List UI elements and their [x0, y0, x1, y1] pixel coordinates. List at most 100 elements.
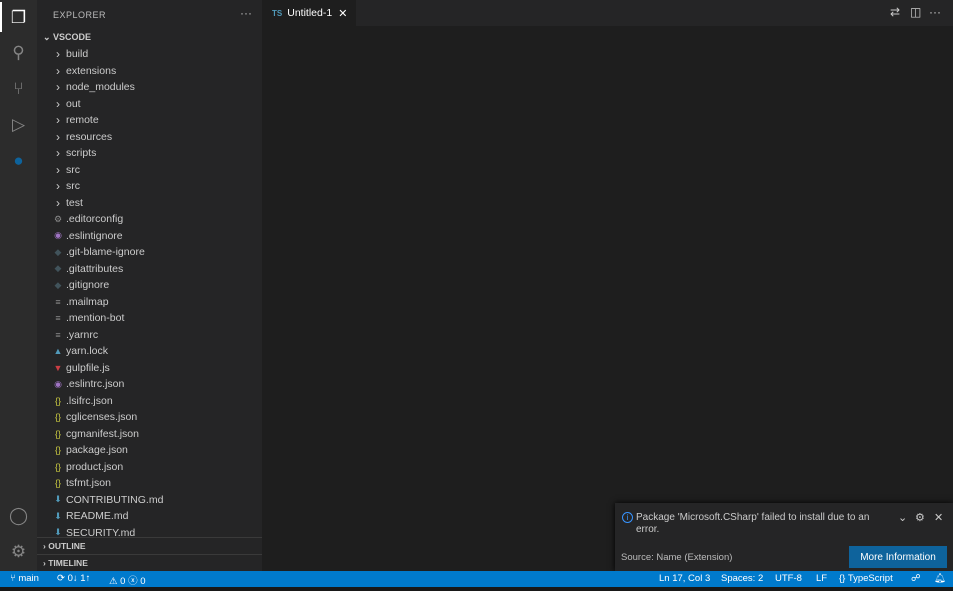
folder-item[interactable]: › scripts — [37, 145, 262, 162]
folder-item[interactable]: › build — [37, 46, 262, 63]
search-icon[interactable]: ⚲ — [0, 37, 37, 69]
encoding[interactable]: UTF-8 — [775, 573, 802, 584]
folder-item[interactable]: › node_modules — [37, 79, 262, 96]
split-editor-icon[interactable]: ◫ — [910, 5, 921, 19]
folder-item[interactable]: › extensions — [37, 63, 262, 80]
file-item[interactable]: ≡ .mailmap — [37, 294, 262, 311]
file-item[interactable]: ⬇ README.md — [37, 508, 262, 525]
file-type-icon: {} — [54, 412, 61, 423]
more-actions-icon[interactable]: ··· — [929, 5, 941, 19]
folder-item[interactable]: › src — [37, 162, 262, 179]
typescript-file-icon: TS — [272, 8, 283, 18]
file-type-icon: {} — [54, 395, 61, 406]
chevron-right-icon: › — [56, 96, 60, 111]
eol[interactable]: LF — [816, 573, 827, 584]
run-debug-icon[interactable]: ▷ — [0, 109, 37, 141]
item-label: product.json — [66, 460, 124, 473]
item-label: .lsifrc.json — [66, 394, 113, 407]
item-label: .mention-bot — [66, 312, 125, 325]
file-item[interactable]: {} cgmanifest.json — [37, 426, 262, 443]
item-label: .yarnrc — [66, 328, 99, 341]
notification-source: Source: Name (Extension) — [621, 552, 733, 563]
file-item[interactable]: ⬇ CONTRIBUTING.md — [37, 492, 262, 509]
file-type-icon: ◉ — [54, 378, 62, 389]
explorer-sidebar: EXPLORER ··· ⌄ VSCODE › build › extensions ›… — [37, 0, 262, 571]
chevron-right-icon: › — [56, 47, 60, 62]
remote-explorer-icon[interactable]: ● — [0, 145, 37, 177]
file-item[interactable]: {} package.json — [37, 442, 262, 459]
item-label: src — [66, 180, 80, 193]
file-item[interactable]: {} .lsifrc.json — [37, 393, 262, 410]
settings-gear-icon[interactable]: ⚙ — [0, 536, 37, 568]
item-label: src — [66, 163, 80, 176]
indentation[interactable]: Spaces: 2 — [721, 573, 763, 584]
workspace-root-label: VSCODE — [53, 32, 92, 42]
more-actions-icon[interactable]: ··· — [240, 6, 252, 20]
open-changes-icon[interactable]: ⇄ — [890, 5, 900, 19]
tab-bar: TS Untitled-1 ✕ ⇄ ◫ ··· — [262, 0, 953, 26]
sync-label: 0↓ 1↑ — [67, 573, 91, 584]
cursor-position[interactable]: Ln 17, Col 3 — [659, 573, 710, 584]
file-item[interactable]: ◉ .eslintrc.json — [37, 376, 262, 393]
file-item[interactable]: ◆ .git-blame-ignore — [37, 244, 262, 261]
close-icon[interactable]: ✕ — [934, 511, 943, 524]
file-item[interactable]: {} product.json — [37, 459, 262, 476]
file-item[interactable]: ◉ .eslintignore — [37, 228, 262, 245]
file-item[interactable]: {} tsfmt.json — [37, 475, 262, 492]
source-control-icon[interactable]: ⑂ — [0, 73, 37, 105]
file-item[interactable]: ◆ .gitattributes — [37, 261, 262, 278]
chevron-down-icon[interactable]: ⌄ — [898, 511, 907, 524]
file-item[interactable]: {} cglicenses.json — [37, 409, 262, 426]
explorer-icon[interactable]: ❐ — [0, 2, 37, 34]
item-label: tsfmt.json — [66, 477, 111, 490]
problems-item[interactable]: ⚠ 0 ⓧ 0 — [109, 573, 146, 587]
item-label: cgmanifest.json — [66, 427, 139, 440]
sidebar-title: EXPLORER — [53, 10, 107, 20]
file-type-icon: ≡ — [55, 296, 61, 307]
file-item[interactable]: ▼ gulpfile.js — [37, 360, 262, 377]
item-label: out — [66, 97, 81, 110]
file-item[interactable]: ⬇ SECURITY.md — [37, 525, 262, 538]
file-item[interactable]: ≡ .yarnrc — [37, 327, 262, 344]
timeline-section[interactable]: › TIMELINE — [37, 554, 262, 571]
folder-item[interactable]: › out — [37, 96, 262, 113]
folder-item[interactable]: › resources — [37, 129, 262, 146]
chevron-right-icon: › — [56, 162, 60, 177]
file-item[interactable]: ▲ yarn.lock — [37, 343, 262, 360]
chevron-right-icon: › — [56, 80, 60, 95]
file-item[interactable]: ◆ .gitignore — [37, 277, 262, 294]
branch-label: main — [18, 573, 39, 584]
file-item[interactable]: ⚙ .editorconfig — [37, 211, 262, 228]
account-icon[interactable]: ◯ — [0, 500, 37, 532]
feedback-icon[interactable]: ☍ — [911, 573, 921, 584]
folder-item[interactable]: › remote — [37, 112, 262, 129]
workspace-root[interactable]: ⌄ VSCODE — [43, 32, 91, 43]
item-label: .mailmap — [66, 295, 109, 308]
timeline-label: TIMELINE — [48, 558, 88, 568]
info-icon: i — [622, 512, 633, 523]
folder-item[interactable]: › test — [37, 195, 262, 212]
language-mode[interactable]: {} TypeScript — [839, 573, 893, 584]
warning-icon: ⚠ — [109, 576, 121, 587]
file-type-icon: {} — [54, 445, 61, 456]
branch-item[interactable]: ⑂ main — [10, 573, 39, 584]
notification-toast: i Package 'Microsoft.CSharp' failed to i… — [615, 503, 953, 571]
item-label: extensions — [66, 64, 117, 77]
sync-item[interactable]: ⟳ 0↓ 1↑ — [57, 573, 90, 584]
file-type-icon: ◆ — [54, 263, 62, 274]
more-information-button[interactable]: More Information — [849, 546, 947, 568]
notification-message: Package 'Microsoft.CSharp' failed to ins… — [636, 512, 870, 535]
gear-icon[interactable]: ⚙ — [915, 511, 925, 524]
bell-icon[interactable]: 🔔︎ — [934, 573, 946, 584]
folder-item[interactable]: › src — [37, 178, 262, 195]
chevron-right-icon: › — [56, 129, 60, 144]
tab-untitled-1[interactable]: TS Untitled-1 ✕ — [262, 0, 356, 26]
chevron-right-icon: › — [56, 179, 60, 194]
file-type-icon: ▲ — [53, 346, 63, 357]
file-type-icon: {} — [54, 428, 61, 439]
close-icon[interactable]: ✕ — [338, 7, 347, 20]
editor-area[interactable]: TS Untitled-1 ✕ ⇄ ◫ ··· — [262, 0, 953, 571]
file-item[interactable]: ≡ .mention-bot — [37, 310, 262, 327]
outline-section[interactable]: › OUTLINE — [37, 537, 262, 554]
file-type-icon: ⚙ — [53, 213, 63, 224]
